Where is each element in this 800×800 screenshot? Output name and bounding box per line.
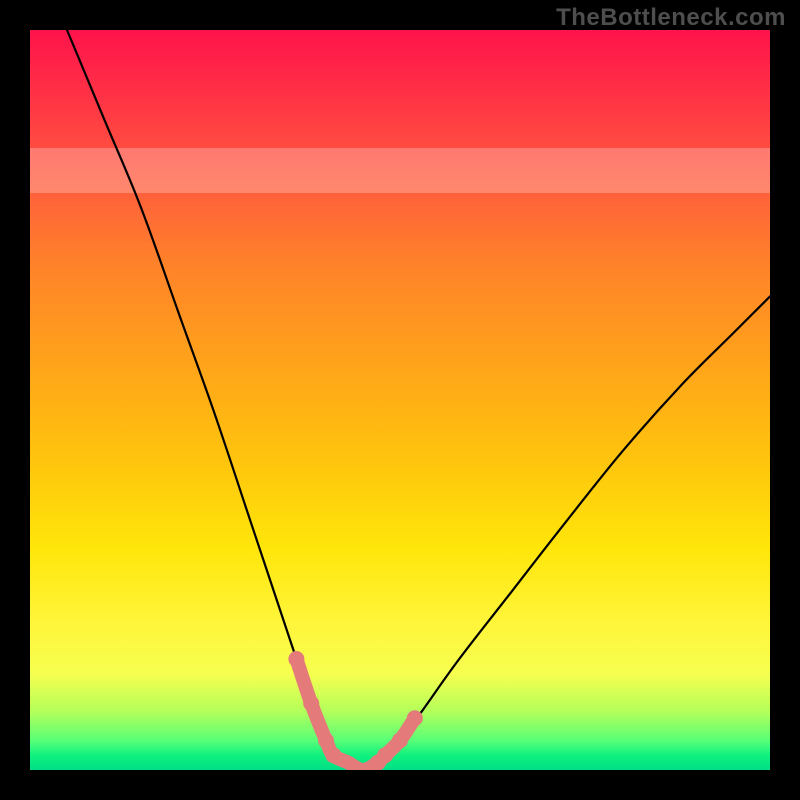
chart-frame: TheBottleneck.com xyxy=(0,0,800,800)
trough-dot xyxy=(407,710,423,726)
bottleneck-curve-svg xyxy=(30,30,770,770)
bottleneck-curve xyxy=(67,30,770,770)
trough-dot xyxy=(392,732,408,748)
watermark-text: TheBottleneck.com xyxy=(556,4,786,32)
trough-dot xyxy=(325,747,341,763)
trough-dots xyxy=(288,651,422,770)
trough-dot xyxy=(303,695,319,711)
trough-highlight xyxy=(296,659,414,770)
trough-dot xyxy=(377,747,393,763)
trough-dot xyxy=(318,732,334,748)
plot-area xyxy=(30,30,770,770)
trough-dot xyxy=(288,651,304,667)
